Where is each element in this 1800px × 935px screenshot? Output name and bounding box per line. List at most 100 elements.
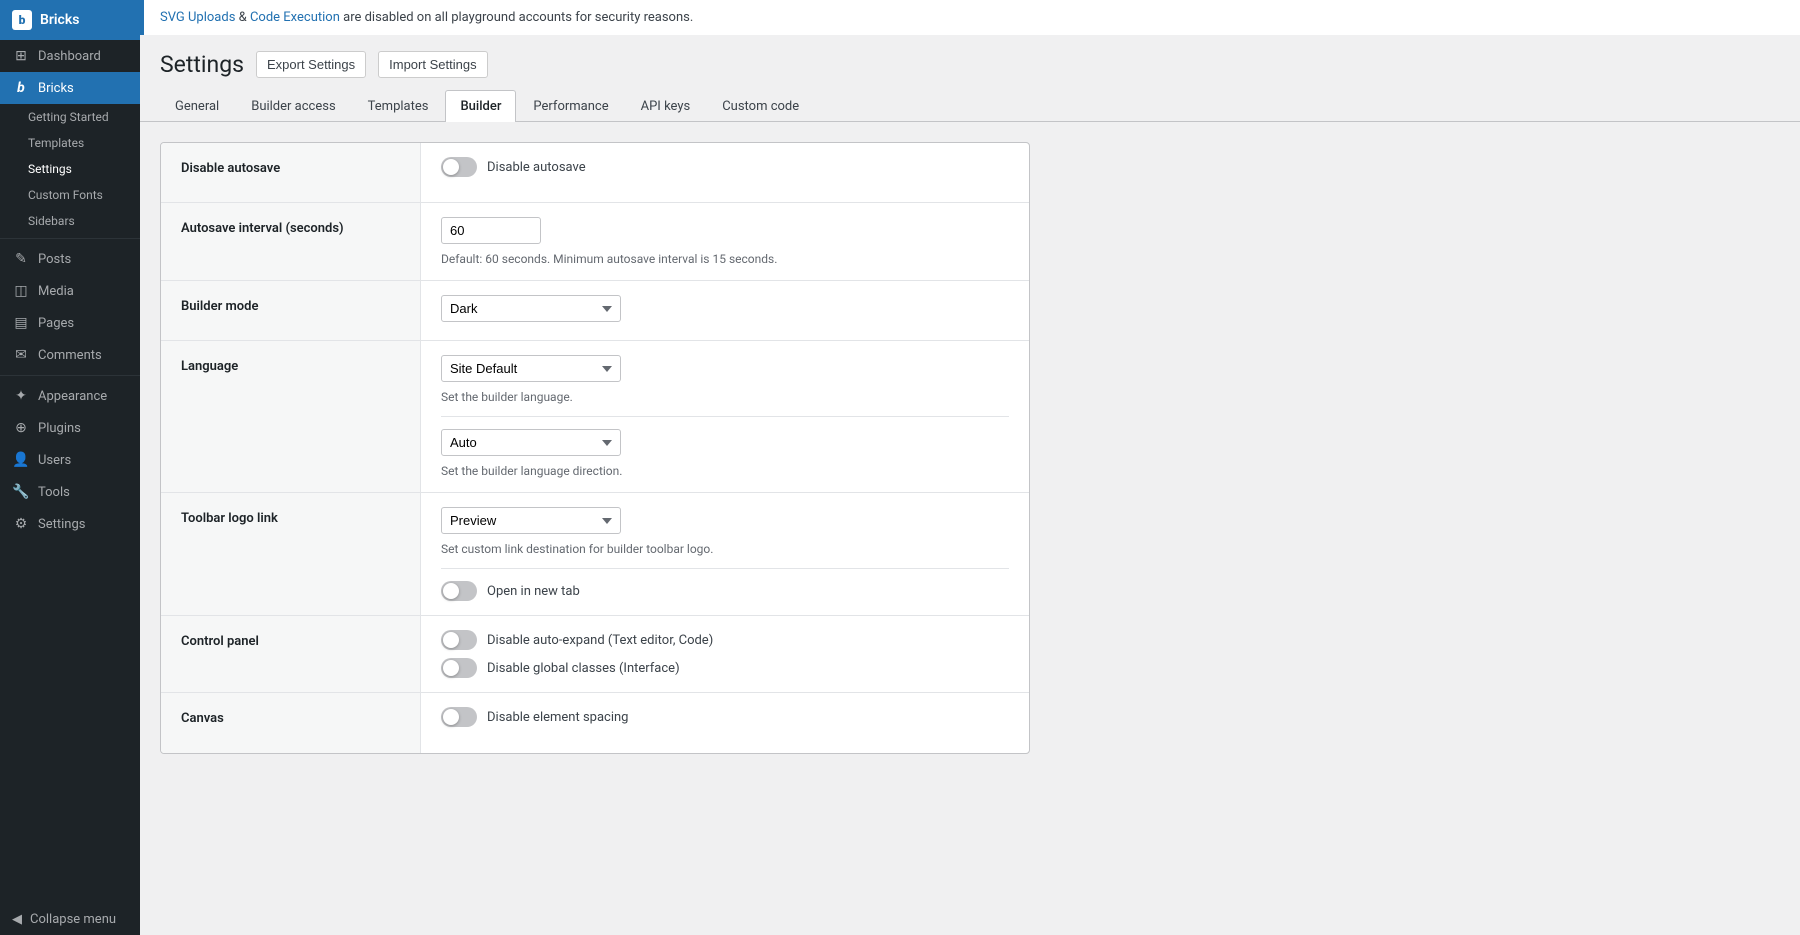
toggle-row-autosave: Disable autosave bbox=[441, 157, 1009, 177]
label-language: Language bbox=[161, 341, 421, 492]
toggle-disable-global-classes[interactable] bbox=[441, 658, 477, 678]
notice-connector: & bbox=[239, 10, 250, 25]
sidebar-item-users[interactable]: 👤 Users bbox=[0, 444, 140, 476]
settings-card: Disable autosave Disable autosave Autosa… bbox=[160, 142, 1030, 754]
logo-icon: b bbox=[12, 10, 32, 30]
sidebar-item-plugins[interactable]: ⊕ Plugins bbox=[0, 412, 140, 444]
toggle-open-new-tab[interactable] bbox=[441, 581, 477, 601]
label-canvas: Canvas bbox=[161, 693, 421, 753]
sidebar-item-appearance[interactable]: ✦ Appearance bbox=[0, 380, 140, 412]
export-settings-button[interactable]: Export Settings bbox=[256, 51, 366, 78]
toggle-row-global-classes: Disable global classes (Interface) bbox=[441, 658, 1009, 678]
toggle-row-new-tab: Open in new tab bbox=[441, 581, 1009, 601]
sidebar-subitem-settings[interactable]: Settings bbox=[0, 156, 140, 182]
bricks-submenu: Getting Started Templates Settings Custo… bbox=[0, 104, 140, 234]
tab-templates[interactable]: Templates bbox=[353, 90, 444, 122]
value-builder-mode: Dark Light Auto bbox=[421, 281, 1029, 340]
row-canvas: Canvas Disable element spacing bbox=[161, 693, 1029, 753]
language-direction-select[interactable]: Auto LTR RTL bbox=[441, 429, 621, 456]
autosave-interval-input[interactable] bbox=[441, 217, 541, 244]
tab-general[interactable]: General bbox=[160, 90, 234, 122]
posts-icon: ✎ bbox=[12, 251, 30, 267]
comments-icon: ✉ bbox=[12, 347, 30, 363]
toolbar-divider bbox=[441, 568, 1009, 569]
language-divider bbox=[441, 416, 1009, 417]
toggle-label-element-spacing: Disable element spacing bbox=[487, 710, 628, 725]
notice-bar: SVG Uploads & Code Execution are disable… bbox=[140, 0, 1800, 35]
users-icon: 👤 bbox=[12, 452, 30, 468]
sidebar-item-pages[interactable]: ▤ Pages bbox=[0, 307, 140, 339]
label-control-panel: Control panel bbox=[161, 616, 421, 692]
autosave-hint: Default: 60 seconds. Minimum autosave in… bbox=[441, 252, 1009, 266]
svg-uploads-link[interactable]: SVG Uploads bbox=[160, 10, 235, 25]
toggle-label-auto-expand: Disable auto-expand (Text editor, Code) bbox=[487, 633, 713, 648]
sidebar-item-bricks[interactable]: b Bricks bbox=[0, 72, 140, 104]
page-header: Settings Export Settings Import Settings bbox=[140, 35, 1800, 90]
sidebar-item-media[interactable]: ◫ Media bbox=[0, 275, 140, 307]
sidebar-divider-1 bbox=[0, 238, 140, 239]
tab-custom-code[interactable]: Custom code bbox=[707, 90, 814, 122]
sidebar-item-settings[interactable]: ⚙ Settings bbox=[0, 508, 140, 540]
logo-label: Bricks bbox=[40, 12, 79, 28]
value-canvas: Disable element spacing bbox=[421, 693, 1029, 753]
appearance-icon: ✦ bbox=[12, 388, 30, 404]
label-builder-mode: Builder mode bbox=[161, 281, 421, 340]
value-autosave-interval: Default: 60 seconds. Minimum autosave in… bbox=[421, 203, 1029, 280]
label-disable-autosave: Disable autosave bbox=[161, 143, 421, 202]
row-builder-mode: Builder mode Dark Light Auto bbox=[161, 281, 1029, 341]
tools-icon: 🔧 bbox=[12, 484, 30, 500]
settings-tabs: General Builder access Templates Builder… bbox=[140, 90, 1800, 122]
language-select[interactable]: Site Default English German French bbox=[441, 355, 621, 382]
sidebar-item-label: Settings bbox=[38, 517, 85, 532]
sidebar-item-label: Comments bbox=[38, 348, 102, 363]
sidebar-item-label: Dashboard bbox=[38, 49, 101, 64]
toggle-row-auto-expand: Disable auto-expand (Text editor, Code) bbox=[441, 630, 1009, 650]
toggle-disable-auto-expand[interactable] bbox=[441, 630, 477, 650]
row-control-panel: Control panel Disable auto-expand (Text … bbox=[161, 616, 1029, 693]
tab-api-keys[interactable]: API keys bbox=[626, 90, 706, 122]
collapse-icon: ◀ bbox=[12, 912, 22, 927]
tab-builder-access[interactable]: Builder access bbox=[236, 90, 350, 122]
toggle-label-new-tab: Open in new tab bbox=[487, 584, 580, 599]
builder-mode-select[interactable]: Dark Light Auto bbox=[441, 295, 621, 322]
sidebar-subitem-sidebars[interactable]: Sidebars bbox=[0, 208, 140, 234]
import-settings-button[interactable]: Import Settings bbox=[378, 51, 487, 78]
main-content: SVG Uploads & Code Execution are disable… bbox=[140, 0, 1800, 935]
sidebar-item-label: Bricks bbox=[38, 81, 74, 96]
sidebar-divider-2 bbox=[0, 375, 140, 376]
sidebar: b Bricks ⊞ Dashboard b Bricks Getting St… bbox=[0, 0, 140, 935]
row-toolbar-logo-link: Toolbar logo link Preview Dashboard Cust… bbox=[161, 493, 1029, 616]
sidebar-item-tools[interactable]: 🔧 Tools bbox=[0, 476, 140, 508]
toggle-label-global-classes: Disable global classes (Interface) bbox=[487, 661, 680, 676]
toggle-disable-element-spacing[interactable] bbox=[441, 707, 477, 727]
bricks-logo[interactable]: b Bricks bbox=[0, 0, 140, 40]
value-control-panel: Disable auto-expand (Text editor, Code) … bbox=[421, 616, 1029, 692]
sidebar-subitem-templates[interactable]: Templates bbox=[0, 130, 140, 156]
sidebar-item-dashboard[interactable]: ⊞ Dashboard bbox=[0, 40, 140, 72]
content-area: Disable autosave Disable autosave Autosa… bbox=[140, 122, 1800, 935]
pages-icon: ▤ bbox=[12, 315, 30, 331]
tab-builder[interactable]: Builder bbox=[445, 90, 516, 122]
row-autosave-interval: Autosave interval (seconds) Default: 60 … bbox=[161, 203, 1029, 281]
code-execution-link[interactable]: Code Execution bbox=[250, 10, 340, 25]
toolbar-logo-select[interactable]: Preview Dashboard Custom bbox=[441, 507, 621, 534]
toggle-disable-autosave[interactable] bbox=[441, 157, 477, 177]
sidebar-item-posts[interactable]: ✎ Posts bbox=[0, 243, 140, 275]
toolbar-logo-hint: Set custom link destination for builder … bbox=[441, 542, 1009, 556]
sidebar-item-label: Tools bbox=[38, 485, 70, 500]
language-direction-hint: Set the builder language direction. bbox=[441, 464, 1009, 478]
page-title: Settings bbox=[160, 51, 244, 78]
toggle-label-autosave: Disable autosave bbox=[487, 160, 586, 175]
toggle-row-element-spacing: Disable element spacing bbox=[441, 707, 1009, 727]
dashboard-icon: ⊞ bbox=[12, 48, 30, 64]
language-hint: Set the builder language. bbox=[441, 390, 1009, 404]
sidebar-item-comments[interactable]: ✉ Comments bbox=[0, 339, 140, 371]
value-disable-autosave: Disable autosave bbox=[421, 143, 1029, 202]
sidebar-item-label: Pages bbox=[38, 316, 74, 331]
sidebar-subitem-custom-fonts[interactable]: Custom Fonts bbox=[0, 182, 140, 208]
notice-text: are disabled on all playground accounts … bbox=[343, 10, 693, 25]
collapse-menu-button[interactable]: ◀ Collapse menu bbox=[0, 904, 140, 935]
sidebar-subitem-getting-started[interactable]: Getting Started bbox=[0, 104, 140, 130]
tab-performance[interactable]: Performance bbox=[518, 90, 623, 122]
label-autosave-interval: Autosave interval (seconds) bbox=[161, 203, 421, 280]
